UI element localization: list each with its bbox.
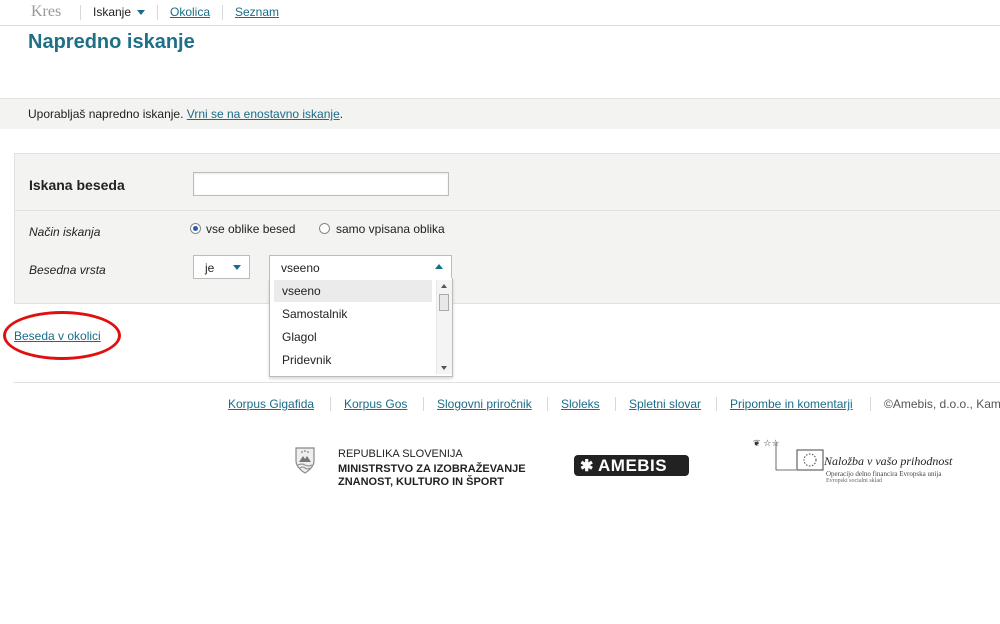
- gov-line-3: ZNANOST, KULTURO IN ŠPORT: [338, 476, 505, 488]
- scroll-up-icon[interactable]: [441, 284, 447, 288]
- amebis-star-icon: ✱: [580, 458, 594, 475]
- pos-option-samostalnik[interactable]: Samostalnik: [274, 303, 432, 325]
- eu-slogan: Naložba v vašo prihodnost: [824, 454, 953, 468]
- footer-link-web-dictionary[interactable]: Spletni slovar: [629, 397, 701, 411]
- chevron-down-icon: [137, 10, 146, 16]
- option-label: vseeno: [282, 284, 321, 298]
- chevron-down-icon: [233, 265, 241, 270]
- radio-exact-form[interactable]: [319, 223, 330, 234]
- nav-neighborhood-link[interactable]: Okolica: [170, 5, 210, 19]
- footer-separator: [330, 397, 331, 411]
- radio-all-forms-label: vse oblike besed: [206, 222, 296, 236]
- eu-fund-name: Evropski socialni sklad: [826, 478, 882, 484]
- info-bar: Uporabljaš napredno iskanje. Vrni se na …: [0, 99, 1000, 129]
- nav-separator: [80, 5, 81, 20]
- simple-search-link[interactable]: Vrni se na enostavno iskanje: [187, 107, 340, 121]
- search-form-panel: [14, 153, 1000, 304]
- option-label: Pridevnik: [282, 353, 332, 367]
- footer-separator: [423, 397, 424, 411]
- annotation-circle: [3, 311, 121, 360]
- footer-separator: [547, 397, 548, 411]
- radio-exact-form-label: samo vpisana oblika: [336, 222, 445, 236]
- footer-link-gos[interactable]: Korpus Gos: [344, 397, 407, 411]
- info-text: Uporabljaš napredno iskanje.: [28, 107, 187, 121]
- gov-line-2: MINISTRSTVO ZA IZOBRAŽEVANJE: [338, 463, 526, 475]
- chevron-up-icon: [435, 264, 443, 269]
- eu-funding-note: Operacijo delno financira Evropska unija: [826, 470, 942, 478]
- footer-link-gigafida[interactable]: Korpus Gigafida: [228, 397, 314, 411]
- info-period: .: [339, 107, 344, 121]
- mode-label: Način iskanja: [29, 225, 101, 239]
- eu-flag-icon: ❦ ☆☆: [753, 439, 824, 471]
- amebis-logo[interactable]: ✱ AMEBIS: [574, 455, 689, 476]
- footer-divider: [14, 382, 1000, 383]
- nav-separator: [222, 5, 223, 20]
- copyright-text: ©Amebis, d.o.o., Kam: [884, 397, 1000, 411]
- footer-separator: [870, 397, 871, 411]
- dropdown-scrollbar[interactable]: [436, 280, 452, 374]
- amebis-logo-text: AMEBIS: [598, 456, 668, 475]
- option-label: Samostalnik: [282, 307, 348, 321]
- radio-all-forms[interactable]: [190, 223, 201, 234]
- svg-text:❦ ☆☆: ❦ ☆☆: [753, 439, 780, 449]
- footer-separator: [716, 397, 717, 411]
- word-label: Iskana beseda: [29, 177, 125, 193]
- search-word-input[interactable]: [193, 172, 449, 196]
- info-message: Uporabljaš napredno iskanje. Vrni se na …: [28, 107, 343, 121]
- gov-line-1: REPUBLIKA SLOVENIJA: [338, 448, 463, 460]
- pos-dropdown-list: vseeno Samostalnik Glagol Pridevnik: [269, 278, 453, 377]
- pos-option-glagol[interactable]: Glagol: [274, 326, 432, 348]
- footer-link-sloleks[interactable]: Sloleks: [561, 397, 600, 411]
- pos-value-select[interactable]: vseeno: [269, 255, 452, 279]
- footer-separator: [615, 397, 616, 411]
- nav-search-label: Iskanje: [93, 5, 132, 19]
- pos-option-vseeno[interactable]: vseeno: [274, 280, 432, 302]
- nav-list-link[interactable]: Seznam: [235, 5, 279, 19]
- scroll-down-icon[interactable]: [441, 366, 447, 370]
- top-navigation-bar: Kres Iskanje Okolica Seznam: [0, 0, 1000, 26]
- pos-operator-select[interactable]: je: [193, 255, 250, 279]
- pos-label: Besedna vrsta: [29, 263, 106, 277]
- page-title: Napredno iskanje: [28, 31, 195, 53]
- scrollbar-thumb[interactable]: [439, 294, 449, 311]
- brand-logo[interactable]: Kres: [31, 3, 61, 21]
- nav-separator: [157, 5, 158, 20]
- footer-link-comments[interactable]: Pripombe in komentarji: [730, 397, 853, 411]
- footer-link-style-guide[interactable]: Slogovni priročnik: [437, 397, 532, 411]
- pos-option-pridevnik[interactable]: Pridevnik: [274, 349, 432, 371]
- form-divider: [15, 210, 1000, 211]
- option-label: Glagol: [282, 330, 317, 344]
- nav-search-menu[interactable]: Iskanje: [93, 5, 146, 19]
- slovenia-coat-of-arms-icon: [295, 447, 315, 474]
- pos-operator-value: je: [205, 261, 215, 275]
- pos-selected-value: vseeno: [281, 261, 320, 275]
